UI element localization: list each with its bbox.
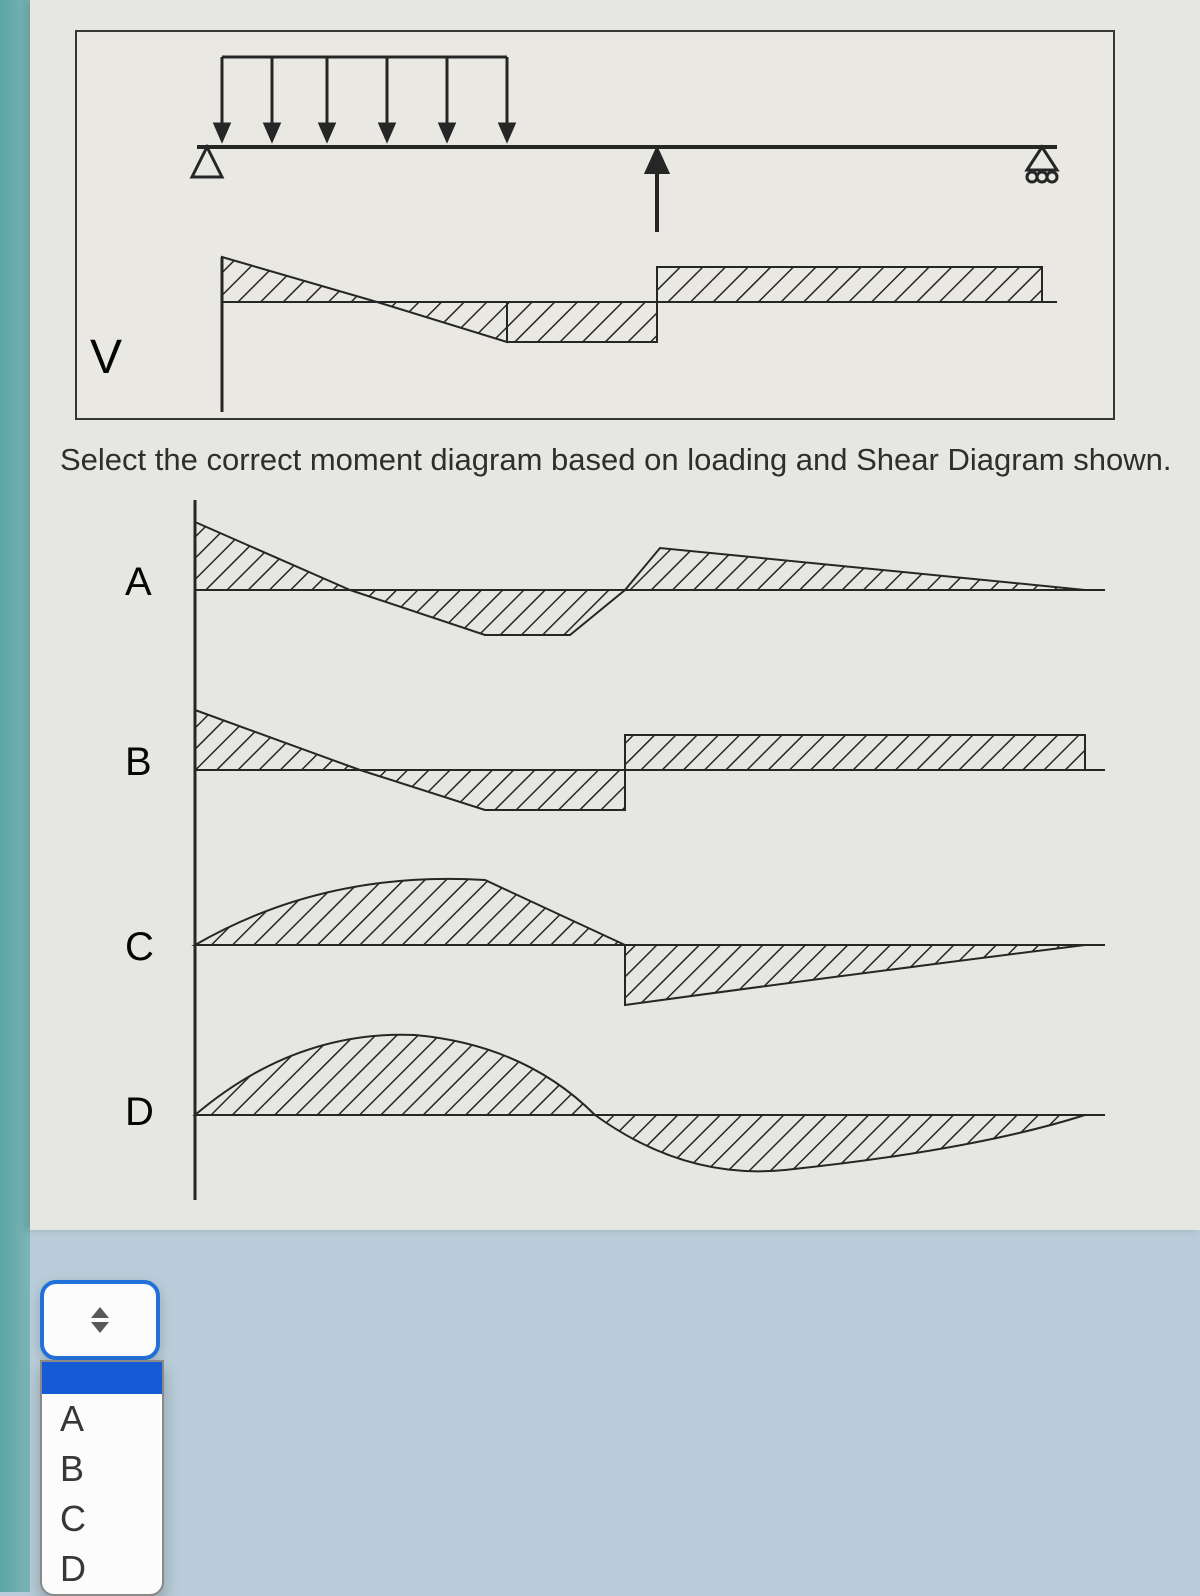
- v-label: V: [90, 330, 122, 385]
- dropdown-item-d[interactable]: D: [42, 1544, 162, 1594]
- question-text: Select the correct moment diagram based …: [60, 442, 1171, 478]
- dropdown-item-b[interactable]: B: [42, 1444, 162, 1494]
- options-svg: [125, 500, 1125, 1200]
- dropdown-item-a[interactable]: A: [42, 1394, 162, 1444]
- option-label-c: C: [125, 925, 154, 970]
- page-edge: [0, 0, 30, 1592]
- options-area: A B C D: [125, 500, 1125, 1200]
- option-label-a: A: [125, 560, 152, 605]
- option-label-d: D: [125, 1090, 154, 1135]
- answer-dropdown[interactable]: [40, 1280, 170, 1360]
- dropdown-field[interactable]: [40, 1280, 160, 1360]
- dropdown-item-c[interactable]: C: [42, 1494, 162, 1544]
- shear-diagram-svg: [77, 32, 1117, 422]
- shear-diagram-box: [75, 30, 1115, 420]
- dropdown-item-blank[interactable]: [42, 1362, 162, 1394]
- dropdown-list[interactable]: A B C D: [40, 1360, 164, 1596]
- stepper-icon: [91, 1307, 109, 1333]
- option-label-b: B: [125, 740, 152, 785]
